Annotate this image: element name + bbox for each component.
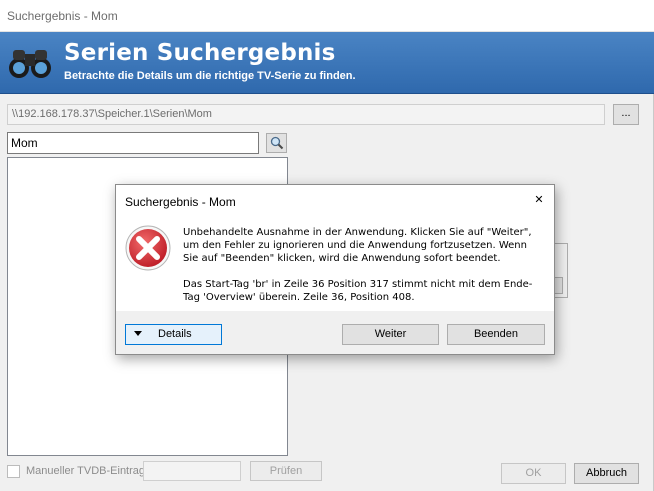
error-dialog: Suchergebnis - Mom ✕ Unbehandelte Ausnah… bbox=[115, 184, 555, 355]
magnifier-icon bbox=[270, 136, 284, 150]
dialog-footer: Details Weiter Beenden bbox=[116, 311, 554, 354]
dialog-title: Suchergebnis - Mom bbox=[125, 195, 236, 209]
dialog-body: Unbehandelte Ausnahme in der Anwendung. … bbox=[116, 216, 554, 311]
banner-heading: Serien Suchergebnis bbox=[64, 40, 336, 66]
tvdb-id-input[interactable] bbox=[143, 461, 241, 481]
cancel-button[interactable]: Abbruch bbox=[574, 463, 639, 484]
manual-tvdb-checkbox[interactable] bbox=[7, 465, 20, 478]
details-button[interactable]: Details bbox=[125, 324, 222, 345]
browse-button[interactable]: ... bbox=[613, 104, 639, 125]
continue-button[interactable]: Weiter bbox=[342, 324, 439, 345]
window-title: Suchergebnis - Mom bbox=[7, 9, 118, 23]
details-panel bbox=[553, 243, 568, 298]
search-button[interactable] bbox=[266, 133, 287, 153]
chevron-down-icon bbox=[134, 331, 142, 336]
ok-button[interactable]: OK bbox=[501, 463, 566, 484]
check-button[interactable]: Prüfen bbox=[250, 461, 322, 481]
details-label: Details bbox=[158, 328, 192, 340]
dialog-message: Unbehandelte Ausnahme in der Anwendung. … bbox=[183, 227, 532, 264]
folder-path-field[interactable]: \\192.168.178.37\Speicher.1\Serien\Mom bbox=[7, 104, 605, 125]
manual-tvdb-label: Manueller TVDB-Eintrag: bbox=[26, 465, 149, 477]
title-bar: Suchergebnis - Mom bbox=[0, 0, 654, 32]
header-banner: Serien Suchergebnis Betrachte die Detail… bbox=[0, 32, 654, 94]
banner-subtitle: Betrachte die Details um die richtige TV… bbox=[64, 70, 356, 82]
close-icon[interactable]: ✕ bbox=[524, 185, 554, 215]
binoculars-icon bbox=[9, 50, 51, 78]
error-icon bbox=[125, 225, 171, 271]
dialog-detail-message: Das Start-Tag 'br' in Zeile 36 Position … bbox=[183, 279, 533, 303]
search-input[interactable]: Mom bbox=[7, 132, 259, 154]
quit-button[interactable]: Beenden bbox=[447, 324, 545, 345]
